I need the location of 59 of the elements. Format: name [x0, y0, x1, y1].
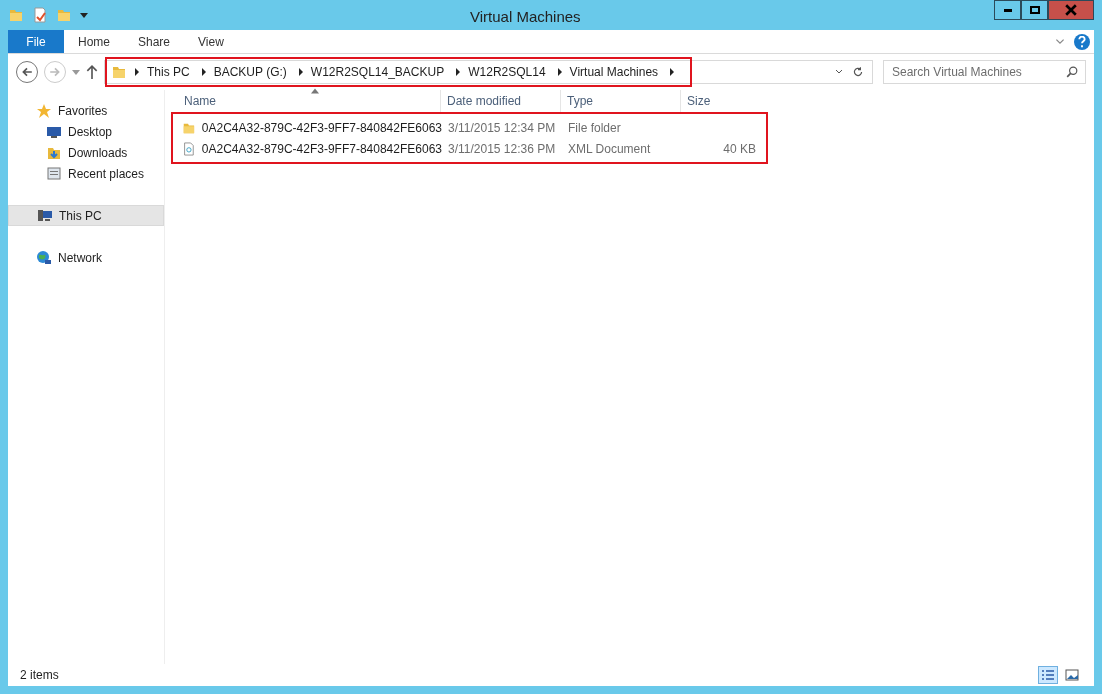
ribbon-tab[interactable]: Share [124, 30, 185, 53]
file-name[interactable]: 0A2C4A32-879C-42F3-9FF7-840842FE6063 [201, 118, 442, 137]
breadcrumb[interactable]: This PC [147, 63, 190, 81]
date-cell: 3/11/2015 12:36 PM [448, 141, 556, 156]
breadcrumb[interactable]: W12R2SQL14 [468, 63, 546, 81]
sort-arrow-icon [311, 88, 319, 94]
up-arrow-icon[interactable] [86, 65, 98, 79]
close-icon [1065, 4, 1077, 16]
chevron-right-icon [668, 68, 677, 76]
recent-places-icon [46, 165, 62, 182]
chevron-right-icon [454, 68, 463, 76]
preview-view-button[interactable] [1062, 666, 1082, 684]
date-cell: 3/11/2015 12:34 PM [448, 120, 556, 135]
document-icon [182, 140, 196, 157]
ribbon-tab[interactable]: View [184, 30, 238, 53]
item-count: 2 items [20, 667, 59, 684]
dropdown-icon[interactable] [80, 11, 88, 19]
close-button[interactable] [1048, 0, 1094, 20]
list-icon [1041, 669, 1055, 681]
column-header[interactable]: Name [175, 90, 440, 112]
column-header[interactable]: Type [560, 90, 680, 112]
window-title: Virtual Machines [470, 7, 581, 27]
folder-icon [56, 7, 72, 23]
ribbon-tab[interactable]: Home [64, 30, 124, 53]
sidebar-item[interactable]: Recent places [8, 163, 164, 184]
image-icon [1065, 669, 1079, 681]
globe-icon [36, 249, 52, 266]
type-cell: XML Document [568, 141, 651, 156]
breadcrumb[interactable]: W12R2SQL14_BACKUP [310, 63, 445, 81]
chevron-right-icon [133, 68, 141, 76]
chevron-right-icon [296, 68, 305, 76]
column-header[interactable]: Date modified [440, 90, 560, 112]
folder-icon [8, 7, 24, 23]
breadcrumb[interactable]: BACKUP (G:) [213, 63, 287, 81]
minimize-button[interactable] [994, 0, 1021, 20]
star-icon [36, 102, 52, 119]
type-cell: File folder [568, 120, 621, 135]
column-header[interactable]: Size [680, 90, 760, 112]
size-cell: 40 KB [723, 141, 756, 156]
folder-icon [111, 64, 127, 80]
details-view-button[interactable] [1038, 666, 1058, 684]
sidebar-item[interactable]: Favorites [8, 100, 164, 121]
file-name[interactable]: 0A2C4A32-879C-42F3-9FF7-840842FE6063 [201, 139, 442, 158]
refresh-icon[interactable] [852, 66, 864, 78]
sidebar-item[interactable]: Network [8, 247, 164, 268]
sidebar-item[interactable]: Downloads [8, 142, 164, 163]
properties-icon[interactable] [32, 7, 48, 23]
arrow-right-icon [49, 66, 61, 78]
sidebar-item[interactable]: Desktop [8, 121, 164, 142]
search-field[interactable]: Search Virtual Machines [883, 60, 1086, 84]
search-icon[interactable] [1066, 66, 1078, 78]
computer-icon [37, 207, 53, 224]
chevron-right-icon [555, 68, 564, 76]
chevron-right-icon [199, 68, 208, 76]
sidebar-item[interactable]: This PC [8, 205, 164, 226]
arrow-left-icon [21, 66, 33, 78]
help-icon[interactable] [1074, 33, 1090, 50]
breadcrumb[interactable]: Virtual Machines [569, 63, 659, 81]
address-bar[interactable]: This PC BACKUP (G:) W12R2SQL14_BACKUP W12R2SQL14 Virtual Machines [104, 60, 873, 84]
